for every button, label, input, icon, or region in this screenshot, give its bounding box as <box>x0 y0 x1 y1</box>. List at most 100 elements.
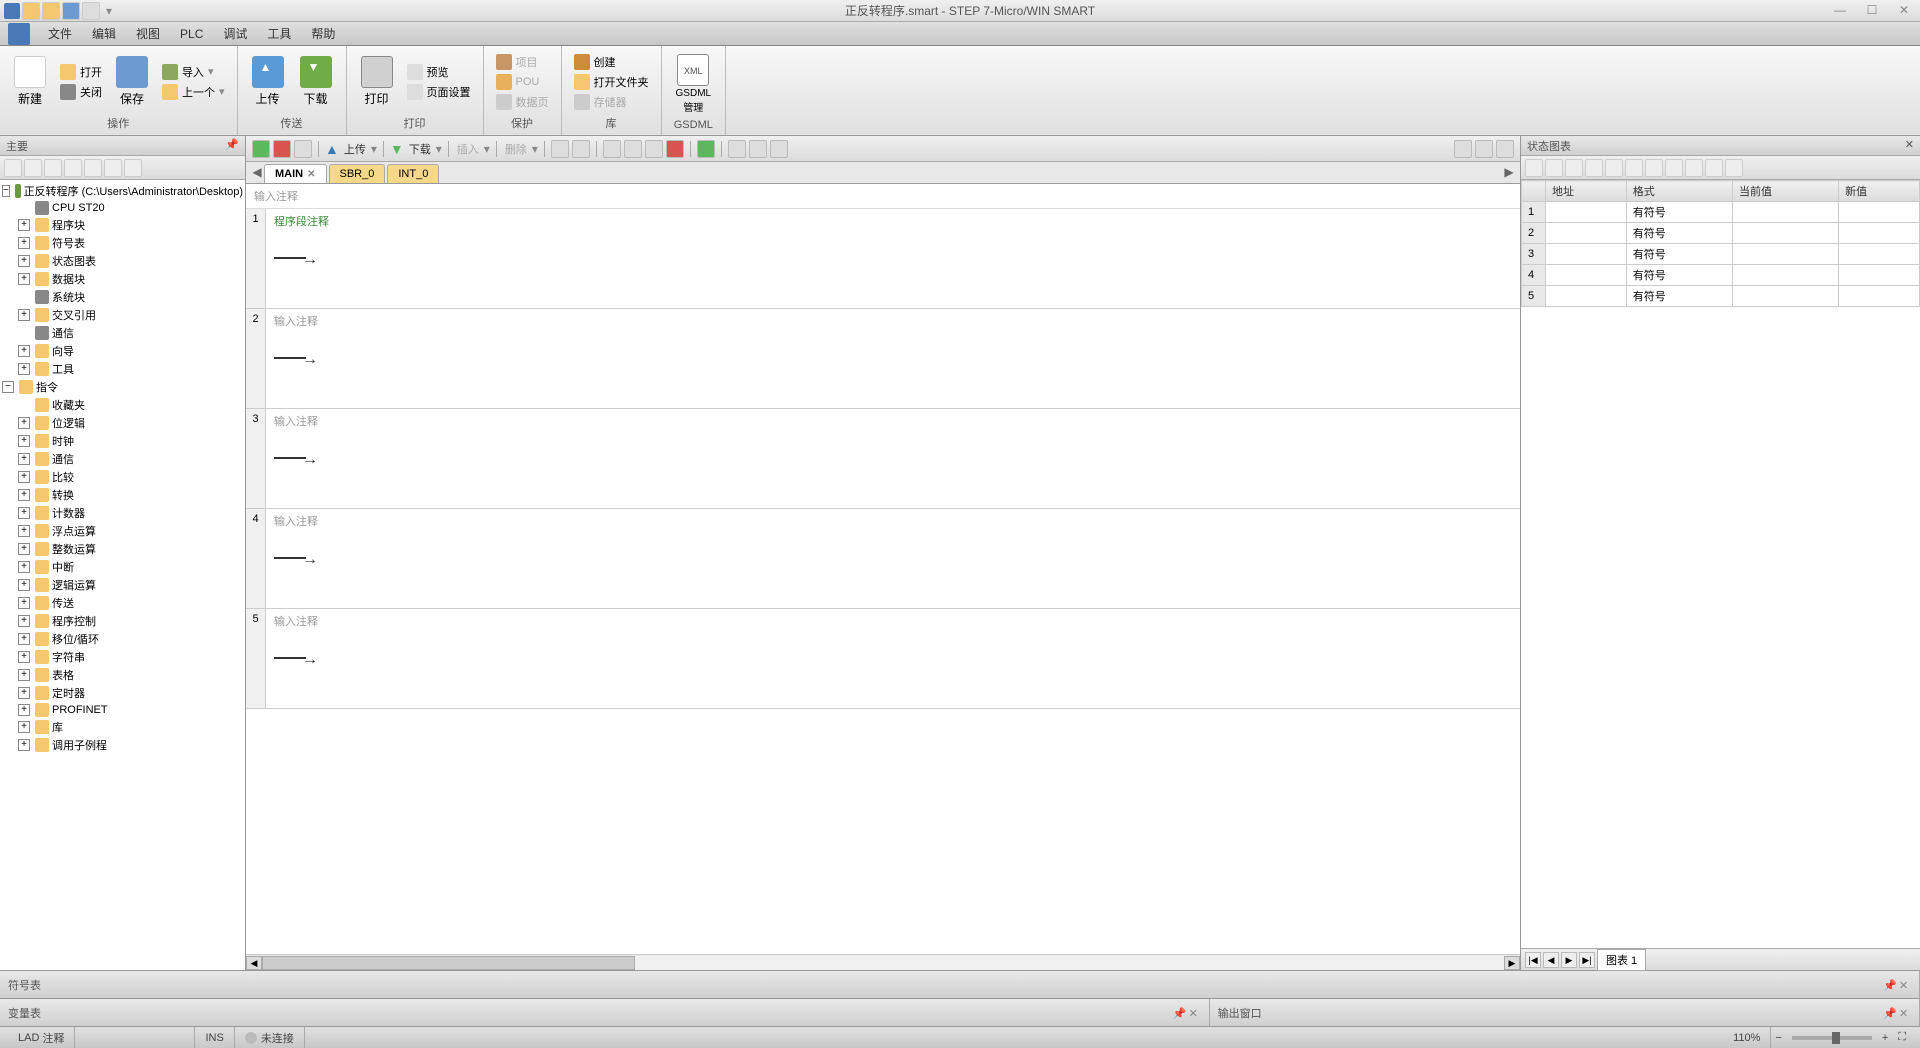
tree-call-sub[interactable]: 调用子例程 <box>52 737 107 753</box>
close-button[interactable]: ✕ <box>1892 3 1916 19</box>
tree-program-block[interactable]: 程序块 <box>52 217 85 233</box>
maximize-button[interactable]: ☐ <box>1860 3 1884 19</box>
network-comment[interactable]: 输入注释 <box>274 313 1512 329</box>
tree-shift[interactable]: 移位/循环 <box>52 631 99 647</box>
network-4[interactable]: 4 输入注释 → <box>246 509 1520 609</box>
tree-comm[interactable]: 通信 <box>52 451 74 467</box>
tree-logic[interactable]: 逻辑运算 <box>52 577 96 593</box>
openfolder-button[interactable]: 打开文件夹 <box>570 73 653 91</box>
tree-toggle[interactable]: − <box>2 185 10 197</box>
tree-toggle[interactable]: + <box>18 739 30 751</box>
pager-first[interactable]: |◀ <box>1525 952 1541 968</box>
panel-close-icon[interactable]: ✕ <box>1905 138 1914 153</box>
zoom-in-button[interactable]: + <box>1878 1032 1892 1044</box>
tree-toggle[interactable]: − <box>2 381 14 393</box>
st-tb-3[interactable] <box>1565 159 1583 177</box>
hscroll-track[interactable] <box>262 956 1504 970</box>
tree-system-block[interactable]: 系统块 <box>52 289 85 305</box>
tree-status-chart[interactable]: 状态图表 <box>52 253 96 269</box>
tree-toggle[interactable]: + <box>18 435 30 447</box>
import-button[interactable]: 导入▾ <box>158 63 229 81</box>
tree-toggle[interactable]: + <box>18 651 30 663</box>
cell-current[interactable] <box>1732 244 1838 265</box>
st-tb-1[interactable] <box>1525 159 1543 177</box>
ladder-rung[interactable]: → <box>274 337 1512 377</box>
cell-format[interactable]: 有符号 <box>1626 202 1732 223</box>
zoom-slider[interactable] <box>1792 1036 1872 1040</box>
network-comment[interactable]: 输入注释 <box>274 413 1512 429</box>
tree-integer[interactable]: 整数运算 <box>52 541 96 557</box>
panel-close-icon[interactable]: ✕ <box>1899 1007 1911 1019</box>
hscroll-right[interactable]: ▶ <box>1504 956 1520 970</box>
st-tb-11[interactable] <box>1725 159 1743 177</box>
table-row[interactable]: 3有符号 <box>1522 244 1920 265</box>
compile-button[interactable] <box>294 140 312 158</box>
zoom-out-button[interactable]: − <box>1771 1032 1785 1044</box>
panel-pin-icon[interactable]: 📌 <box>1883 979 1895 991</box>
tree-favorites[interactable]: 收藏夹 <box>52 397 85 413</box>
network-3[interactable]: 3 输入注释 → <box>246 409 1520 509</box>
tree-toggle[interactable]: + <box>18 309 30 321</box>
menu-edit[interactable]: 编辑 <box>82 23 126 44</box>
pou-button[interactable]: POU <box>492 73 553 91</box>
st-tb-10[interactable] <box>1705 159 1723 177</box>
tree-tb-btn-1[interactable] <box>4 159 22 177</box>
table-row[interactable]: 2有符号 <box>1522 223 1920 244</box>
tab-main[interactable]: MAIN ✕ <box>264 164 327 183</box>
col-current[interactable]: 当前值 <box>1732 181 1838 202</box>
tree-toggle[interactable]: + <box>18 453 30 465</box>
qat-save-icon[interactable] <box>62 2 80 20</box>
stop-button[interactable] <box>273 140 291 158</box>
cell-new[interactable] <box>1839 244 1920 265</box>
tree-toggle[interactable]: + <box>18 669 30 681</box>
cell-current[interactable] <box>1732 286 1838 307</box>
pager-next[interactable]: ▶ <box>1561 952 1577 968</box>
tab-nav-right[interactable]: ▶ <box>1502 165 1516 183</box>
tree-toggle[interactable]: + <box>18 219 30 231</box>
table-row[interactable]: 1有符号 <box>1522 202 1920 223</box>
table-row[interactable]: 4有符号 <box>1522 265 1920 286</box>
tree-tb-btn-3[interactable] <box>44 159 62 177</box>
run-button[interactable] <box>252 140 270 158</box>
et-btn-h[interactable] <box>749 140 767 158</box>
minimize-button[interactable]: — <box>1828 3 1852 19</box>
cell-format[interactable]: 有符号 <box>1626 244 1732 265</box>
col-format[interactable]: 格式 <box>1626 181 1732 202</box>
tree-tb-btn-4[interactable] <box>64 159 82 177</box>
ladder-rung[interactable]: → <box>274 237 1512 277</box>
et-btn-c[interactable] <box>603 140 621 158</box>
tree-toggle[interactable]: + <box>18 615 30 627</box>
tree-toggle[interactable]: + <box>18 704 30 716</box>
table-row[interactable]: 5有符号 <box>1522 286 1920 307</box>
tree-program-control[interactable]: 程序控制 <box>52 613 96 629</box>
menu-view[interactable]: 视图 <box>126 23 170 44</box>
tree-root[interactable]: 正反转程序 (C:\Users\Administrator\Desktop) <box>24 183 243 199</box>
tree-communication[interactable]: 通信 <box>52 325 74 341</box>
tree-toggle[interactable]: + <box>18 597 30 609</box>
tab-int0[interactable]: INT_0 <box>387 164 439 183</box>
tree-toggle[interactable]: + <box>18 525 30 537</box>
tree-toggle[interactable]: + <box>18 417 30 429</box>
et-delete[interactable]: 删除 <box>503 141 529 157</box>
tree-toggle[interactable]: + <box>18 489 30 501</box>
fullscreen-button[interactable]: ⛶ <box>1892 1031 1912 1044</box>
et-upload[interactable]: 上传 <box>342 141 368 157</box>
network-2[interactable]: 2 输入注释 → <box>246 309 1520 409</box>
app-menu-icon[interactable] <box>8 23 30 45</box>
et-btn-j[interactable] <box>1454 140 1472 158</box>
tree-toggle[interactable]: + <box>18 633 30 645</box>
tree-counter[interactable]: 计数器 <box>52 505 85 521</box>
preview-button[interactable]: 预览 <box>403 63 475 81</box>
ladder-editor[interactable]: 输入注释 1 程序段注释 → 2 输入注释 → 3 输入注释 → <box>246 184 1520 954</box>
tree-string[interactable]: 字符串 <box>52 649 85 665</box>
tree-instructions[interactable]: 指令 <box>36 379 58 395</box>
menu-tools[interactable]: 工具 <box>257 23 301 44</box>
et-btn-d[interactable] <box>624 140 642 158</box>
memory-button[interactable]: 存储器 <box>570 93 653 111</box>
st-tb-4[interactable] <box>1585 159 1603 177</box>
tree-toggle[interactable]: + <box>18 579 30 591</box>
tree-profinet[interactable]: PROFINET <box>52 704 108 716</box>
network-1[interactable]: 1 程序段注释 → <box>246 209 1520 309</box>
new-button[interactable]: 新建 <box>8 54 52 109</box>
qat-print-icon[interactable] <box>82 2 100 20</box>
